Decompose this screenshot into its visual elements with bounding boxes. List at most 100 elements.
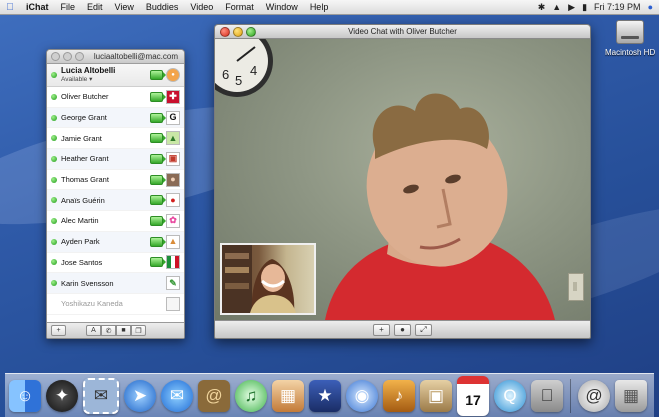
video-toolbar: + ● ⤢: [215, 320, 590, 338]
buddy-row[interactable]: Anaïs Guérin ●: [47, 190, 184, 212]
video-camera-icon[interactable]: [150, 195, 166, 206]
buddy-name: Oliver Butcher: [61, 92, 109, 102]
buddy-list-title: luciaaltobelli@mac.com: [93, 52, 178, 61]
buddy-row[interactable]: Thomas Grant ●: [47, 170, 184, 191]
letter-g-icon: G: [166, 110, 180, 125]
quicktime-icon[interactable]: Q: [494, 379, 526, 412]
garageband-icon[interactable]: ♪: [383, 379, 415, 412]
text-chat-button[interactable]: A: [86, 325, 101, 336]
video-camera-icon[interactable]: [150, 257, 166, 268]
dashboard-icon[interactable]: ✦: [46, 379, 78, 412]
buddy-row[interactable]: Yoshikazu Kaneda: [47, 294, 184, 315]
menu-video[interactable]: Video: [184, 2, 219, 12]
minimize-button[interactable]: [233, 26, 243, 37]
buddy-list-titlebar[interactable]: luciaaltobelli@mac.com: [47, 50, 184, 64]
mexico-flag-icon: [166, 255, 180, 270]
spotlight-icon[interactable]: ●: [648, 2, 653, 12]
fullscreen-button[interactable]: ⤢: [415, 323, 432, 336]
close-button[interactable]: [51, 52, 60, 61]
buddy-name: Jamie Grant: [61, 133, 102, 143]
video-chat-titlebar[interactable]: Video Chat with Oliver Butcher: [215, 25, 590, 39]
menu-ichat[interactable]: iChat: [20, 2, 55, 12]
mail-at-icon[interactable]: @: [578, 379, 610, 412]
preview-icon[interactable]: ▣: [420, 379, 452, 412]
menu-file[interactable]: File: [55, 2, 82, 12]
menu-bar:  iChat File Edit View Buddies Video For…: [0, 0, 659, 15]
battery-icon[interactable]: ▮: [582, 2, 587, 13]
my-name: Lucia Altobelli: [61, 66, 116, 75]
menu-format[interactable]: Format: [219, 2, 260, 12]
mail-stamp-icon[interactable]: ✉: [83, 377, 119, 414]
trash-icon[interactable]: ▦: [615, 379, 647, 412]
menu-window[interactable]: Window: [260, 2, 304, 12]
close-button[interactable]: [220, 26, 230, 37]
video-camera-icon[interactable]: [150, 174, 166, 185]
add-buddy-button[interactable]: +: [51, 325, 66, 336]
pink-flower-icon: ✿: [166, 213, 180, 228]
buddy-row[interactable]: George Grant G: [47, 107, 184, 129]
iphoto-icon[interactable]: ▦: [272, 379, 304, 412]
zoom-button[interactable]: [246, 26, 256, 37]
buddy-name: Karin Svensson: [61, 278, 114, 288]
buddy-name: Yoshikazu Kaneda: [61, 299, 123, 309]
clock-text[interactable]: Fri 7:19 PM: [594, 2, 641, 12]
video-camera-icon[interactable]: [150, 236, 166, 247]
wall-clock-icon: 6 5 4: [215, 25, 273, 97]
safari-icon[interactable]: ➤: [124, 379, 156, 412]
add-participant-button[interactable]: +: [373, 323, 390, 336]
available-status-icon: [51, 135, 57, 142]
menu-help[interactable]: Help: [304, 2, 335, 12]
finder-icon[interactable]: ☺: [9, 379, 41, 412]
buddy-row[interactable]: Ayden Park ▲: [47, 231, 184, 253]
volume-icon[interactable]: ▶: [568, 2, 575, 13]
self-preview[interactable]: [220, 243, 316, 315]
apple-icon[interactable]: : [0, 2, 20, 13]
system-preferences-icon[interactable]: : [531, 379, 563, 412]
buddy-row[interactable]: Jose Santos: [47, 253, 184, 274]
video-camera-icon[interactable]: [150, 70, 166, 80]
buddy-name: George Grant: [61, 113, 107, 123]
imovie-icon[interactable]: ★: [309, 379, 341, 412]
itunes-icon[interactable]: ♫: [235, 379, 267, 412]
sign-icon: ▣: [166, 151, 180, 166]
wifi-icon[interactable]: ▲: [552, 2, 561, 12]
available-status-icon: [51, 217, 57, 224]
menu-view[interactable]: View: [109, 2, 140, 12]
available-status-icon: [51, 197, 57, 204]
video-camera-icon[interactable]: [150, 112, 166, 123]
video-camera-icon[interactable]: [150, 133, 166, 144]
person-icon: ●: [166, 172, 180, 187]
audio-chat-button[interactable]: ✆: [101, 325, 116, 336]
buddy-row[interactable]: Karin Svensson ✎: [47, 273, 184, 294]
available-status-icon: [51, 259, 57, 266]
idvd-icon[interactable]: ◉: [346, 379, 378, 412]
video-camera-icon[interactable]: [150, 153, 166, 164]
video-chat-window: Video Chat with Oliver Butcher 6 5 4 + ●…: [214, 24, 591, 339]
video-chat-title: Video Chat with Oliver Butcher: [348, 27, 457, 36]
ichat-icon[interactable]: ✉: [161, 379, 193, 412]
svg-text:5: 5: [235, 73, 242, 88]
buddy-row[interactable]: Heather Grant ▣: [47, 149, 184, 170]
macintosh-hd[interactable]: Macintosh HD: [605, 20, 655, 57]
my-picture[interactable]: ●: [166, 68, 180, 82]
video-camera-icon[interactable]: [150, 215, 166, 226]
available-status-icon: [51, 114, 57, 121]
address-book-icon[interactable]: @: [198, 379, 230, 412]
status-menu[interactable]: Available ▾: [61, 75, 115, 84]
minimize-button[interactable]: [63, 52, 72, 61]
buddy-list-toolbar: + A ✆ ■ ❐: [47, 322, 184, 338]
buddy-row[interactable]: Alec Martin ✿: [47, 211, 184, 232]
video-camera-icon[interactable]: [150, 91, 166, 102]
screen-share-button[interactable]: ❐: [131, 325, 146, 336]
bluetooth-icon[interactable]: ✱: [538, 2, 546, 13]
mute-microphone-button[interactable]: ●: [394, 323, 411, 336]
ical-icon[interactable]: 17: [457, 375, 489, 416]
video-chat-button[interactable]: ■: [116, 325, 131, 336]
buddy-row[interactable]: Jamie Grant ▲: [47, 128, 184, 150]
menu-edit[interactable]: Edit: [81, 2, 109, 12]
svg-text:6: 6: [222, 67, 229, 82]
buddy-row[interactable]: Oliver Butcher ✚: [47, 87, 184, 108]
zoom-button[interactable]: [75, 52, 84, 61]
menu-buddies[interactable]: Buddies: [140, 2, 185, 12]
hd-label: Macintosh HD: [605, 48, 656, 57]
